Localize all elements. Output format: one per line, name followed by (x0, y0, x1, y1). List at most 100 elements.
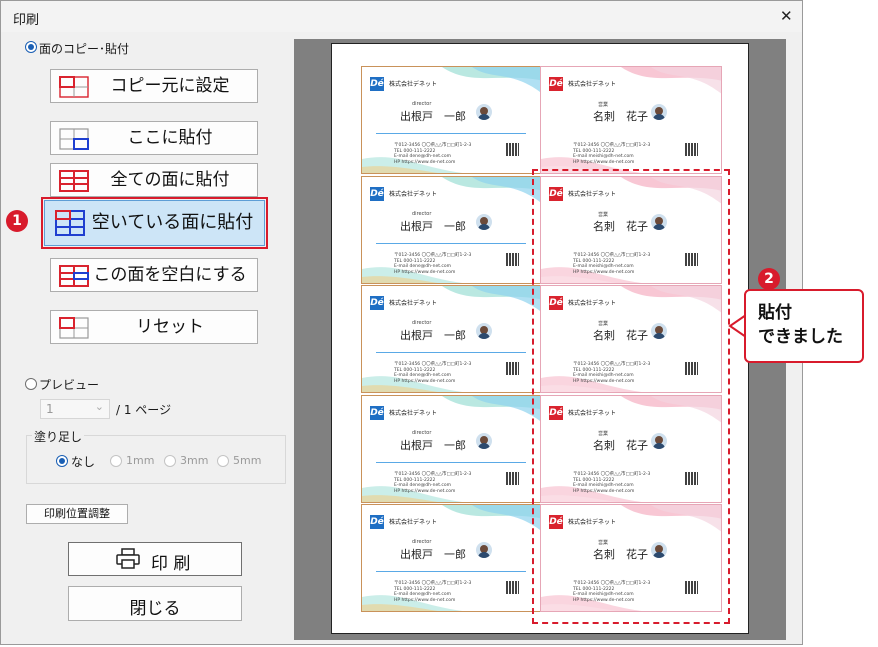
card-company: 株式会社デネット (568, 81, 617, 88)
business-card[interactable]: Dé 株式会社デネット 営業 名刺 花子 〒012-3456 〇〇県△△市□□町… (540, 66, 722, 174)
card-name: 出根戸 一郎 (400, 329, 466, 342)
card-role: director (412, 320, 432, 326)
bleed-3mm-label: 3mm (180, 454, 209, 467)
portrait-photo (476, 104, 492, 120)
bleed-3mm-radio[interactable] (164, 455, 176, 467)
card-company: 株式会社デネット (389, 191, 438, 198)
page-count-label: / 1 ページ (116, 403, 172, 417)
bleed-5mm-radio[interactable] (217, 455, 229, 467)
close-button[interactable]: ✕ (771, 3, 801, 29)
grid-copy-icon (59, 76, 89, 98)
copy-source-label: コピー元に設定 (110, 76, 230, 96)
qr-code-icon (506, 143, 519, 156)
card-name: 出根戸 一郎 (400, 439, 466, 452)
portrait-photo (476, 214, 492, 230)
card-role: director (412, 539, 432, 545)
card-rule (376, 133, 526, 134)
chevron-down-icon: ⌄ (94, 400, 104, 413)
card-name: 出根戸 一郎 (400, 548, 466, 561)
callout-text: 貼付 できました (758, 301, 843, 349)
step1-highlight (41, 197, 268, 249)
card-contact-info: 〒012-3456 〇〇県△△市□□町1-2-3 TEL 000-111-2222… (573, 143, 651, 165)
business-card[interactable]: Dé 株式会社デネット director 出根戸 一郎 〒012-3456 〇〇… (361, 395, 543, 503)
print-position-label: 印刷位置調整 (44, 507, 110, 520)
portrait-photo (651, 104, 667, 120)
page-select[interactable]: 1 ⌄ (40, 399, 110, 419)
card-contact-info: 〒012-3456 〇〇県△△市□□町1-2-3 TEL 000-111-2222… (394, 581, 472, 603)
result-callout: 貼付 できました (744, 289, 864, 363)
callout-line1: 貼付 (758, 303, 792, 323)
card-role: director (412, 101, 432, 107)
clear-face-button[interactable]: この面を空白にする (50, 258, 258, 292)
bleed-1mm-label: 1mm (126, 454, 155, 467)
company-logo: Dé (549, 77, 563, 91)
preview-label: プレビュー (39, 378, 100, 392)
paste-all-button[interactable]: 全ての面に貼付 (50, 163, 258, 197)
pasted-area-highlight (532, 169, 730, 624)
print-button[interactable]: 印 刷 (68, 542, 242, 576)
card-rule (376, 462, 526, 463)
paste-mode-radio[interactable] (25, 41, 37, 53)
window-title: 印刷 (13, 13, 40, 28)
step2-badge: 2 (758, 268, 780, 290)
portrait-photo (476, 433, 492, 449)
business-card[interactable]: Dé 株式会社デネット director 出根戸 一郎 〒012-3456 〇〇… (361, 66, 543, 174)
reset-button[interactable]: リセット (50, 310, 258, 344)
card-contact-info: 〒012-3456 〇〇県△△市□□町1-2-3 TEL 000-111-2222… (394, 143, 472, 165)
card-rule (376, 352, 526, 353)
company-logo: Dé (370, 406, 384, 420)
qr-code-icon (506, 253, 519, 266)
paste-all-label: 全ての面に貼付 (110, 170, 230, 190)
card-name: 出根戸 一郎 (400, 110, 466, 123)
card-rule (376, 571, 526, 572)
company-logo: Dé (370, 515, 384, 529)
close-dialog-label: 閉じる (129, 599, 181, 619)
business-card[interactable]: Dé 株式会社デネット director 出根戸 一郎 〒012-3456 〇〇… (361, 285, 543, 393)
grid-paste-icon (59, 128, 89, 150)
bleed-none-label: なし (71, 455, 96, 469)
business-card[interactable]: Dé 株式会社デネット director 出根戸 一郎 〒012-3456 〇〇… (361, 504, 543, 612)
clear-face-label: この面を空白にする (93, 265, 247, 285)
company-logo: Dé (370, 77, 384, 91)
card-role: director (412, 430, 432, 436)
portrait-photo (476, 542, 492, 558)
grid-all-icon (59, 170, 89, 192)
card-company: 株式会社デネット (389, 410, 438, 417)
print-position-button[interactable]: 印刷位置調整 (26, 504, 128, 524)
step1-badge: 1 (6, 210, 28, 232)
card-company: 株式会社デネット (389, 81, 438, 88)
page-select-value: 1 (46, 402, 54, 416)
bleed-1mm-radio[interactable] (110, 455, 122, 467)
bleed-5mm-label: 5mm (233, 454, 262, 467)
card-name: 出根戸 一郎 (400, 220, 466, 233)
bleed-none-radio[interactable] (56, 455, 68, 467)
card-company: 株式会社デネット (389, 519, 438, 526)
qr-code-icon (506, 362, 519, 375)
preview-radio[interactable] (25, 378, 37, 390)
card-name: 名刺 花子 (593, 110, 648, 123)
card-company: 株式会社デネット (389, 300, 438, 307)
title-bar: 印刷 ✕ (1, 1, 802, 32)
qr-code-icon (685, 143, 698, 156)
card-contact-info: 〒012-3456 〇〇県△△市□□町1-2-3 TEL 000-111-2222… (394, 253, 472, 275)
qr-code-icon (506, 581, 519, 594)
close-dialog-button[interactable]: 閉じる (68, 586, 242, 621)
close-icon: ✕ (780, 7, 793, 25)
paste-mode-label: 面のコピー･貼付 (39, 42, 130, 56)
callout-line2: できました (758, 327, 843, 347)
business-card[interactable]: Dé 株式会社デネット director 出根戸 一郎 〒012-3456 〇〇… (361, 176, 543, 284)
qr-code-icon (506, 472, 519, 485)
paste-here-label: ここに貼付 (127, 128, 213, 148)
copy-source-button[interactable]: コピー元に設定 (50, 69, 258, 103)
reset-label: リセット (136, 317, 204, 337)
portrait-photo (476, 323, 492, 339)
card-role: director (412, 211, 432, 217)
grid-clear-icon (59, 265, 89, 287)
card-role: 営業 (598, 102, 609, 108)
card-contact-info: 〒012-3456 〇〇県△△市□□町1-2-3 TEL 000-111-2222… (394, 472, 472, 494)
print-label: 印 刷 (151, 554, 191, 574)
paste-here-button[interactable]: ここに貼付 (50, 121, 258, 155)
grid-reset-icon (59, 317, 89, 339)
card-contact-info: 〒012-3456 〇〇県△△市□□町1-2-3 TEL 000-111-2222… (394, 362, 472, 384)
card-rule (376, 243, 526, 244)
